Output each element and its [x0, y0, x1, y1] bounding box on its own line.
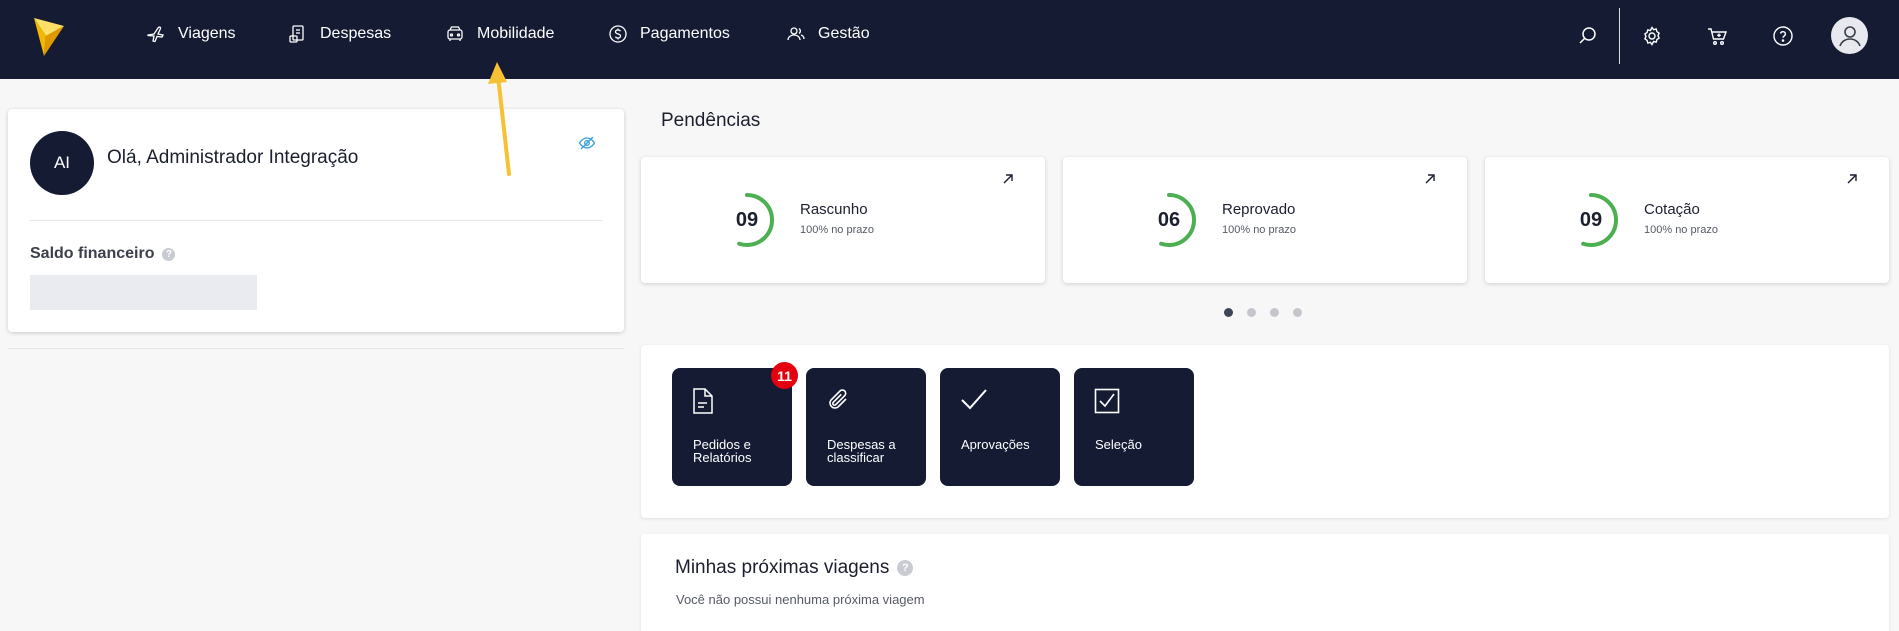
nav-label: Pagamentos	[640, 25, 730, 42]
pendencias-title: Pendências	[661, 110, 761, 131]
tile-label: Seleção	[1095, 437, 1142, 452]
tile-label: Pedidos e Relatórios	[693, 437, 752, 465]
external-link-icon[interactable]	[1001, 172, 1015, 186]
pending-count: 09	[735, 208, 759, 231]
tile-pedidos-relatorios[interactable]: Pedidos e Relatórios 11	[672, 362, 798, 486]
carousel-pagination	[1224, 308, 1302, 317]
divider	[30, 220, 602, 221]
plane-icon	[147, 26, 164, 43]
search-icon[interactable]	[1574, 22, 1602, 50]
avatar: AI	[30, 131, 94, 195]
receipt-icon	[289, 25, 304, 43]
top-navigation-bar: Viagens Despesas Mobilidade Pagamentos G…	[0, 0, 1899, 79]
gear-icon[interactable]	[1638, 22, 1666, 50]
pending-title: Reprovado	[1222, 201, 1296, 218]
pending-subtitle: 100% no prazo	[1222, 224, 1296, 236]
tile-label: Aprovações	[961, 437, 1030, 452]
eye-off-icon[interactable]	[578, 134, 596, 152]
cart-icon[interactable]	[1703, 22, 1731, 50]
tile-despesas-classificar[interactable]: Despesas a classificar	[806, 368, 926, 486]
paperclip-icon	[829, 389, 847, 409]
user-avatar-icon[interactable]	[1831, 17, 1868, 54]
pending-count: 09	[1579, 208, 1603, 231]
nav-label: Gestão	[818, 25, 870, 42]
quick-actions-panel: Pedidos e Relatórios 11 Despesas a class…	[641, 345, 1889, 518]
welcome-card: AI Olá, Administrador Integração Saldo f…	[8, 109, 624, 332]
users-icon	[787, 27, 805, 41]
nav-label: Despesas	[320, 25, 392, 42]
help-icon[interactable]: ?	[897, 560, 914, 576]
pending-title: Rascunho	[800, 201, 868, 218]
checkmark-icon	[961, 389, 987, 410]
notification-badge: 11	[771, 362, 798, 389]
divider	[8, 348, 624, 349]
nav-item-pagamentos[interactable]: Pagamentos	[608, 22, 730, 46]
balance-label-text: Saldo financeiro	[30, 245, 155, 262]
tile-aprovacoes[interactable]: Aprovações	[940, 368, 1060, 486]
nav-divider	[1619, 8, 1620, 64]
car-icon	[447, 26, 463, 41]
trips-title: Minhas próximas viagens ?	[675, 557, 914, 579]
carousel-dot[interactable]	[1293, 308, 1302, 317]
carousel-dot[interactable]	[1247, 308, 1256, 317]
nav-label: Viagens	[178, 25, 236, 42]
pending-card-reprovado[interactable]: 06 Reprovado 100% no prazo	[1063, 157, 1467, 283]
pending-card-rascunho[interactable]: 09 Rascunho 100% no prazo	[641, 157, 1045, 283]
help-icon[interactable]: ?	[162, 247, 176, 261]
nav-label: Mobilidade	[477, 25, 555, 42]
pending-card-cotacao[interactable]: 09 Cotação 100% no prazo	[1485, 157, 1889, 283]
nav-item-gestao[interactable]: Gestão	[786, 22, 870, 46]
nav-item-despesas[interactable]: Despesas	[288, 22, 391, 46]
pending-subtitle: 100% no prazo	[1644, 224, 1718, 236]
external-link-icon[interactable]	[1423, 172, 1437, 186]
checkbox-icon	[1094, 388, 1120, 414]
nav-item-viagens[interactable]: Viagens	[146, 22, 236, 46]
tile-selecao[interactable]: Seleção	[1074, 368, 1194, 486]
external-link-icon[interactable]	[1845, 172, 1859, 186]
upcoming-trips-card: Minhas próximas viagens ? Você não possu…	[641, 534, 1889, 631]
document-icon	[693, 388, 713, 414]
carousel-dot[interactable]	[1224, 308, 1233, 317]
trips-title-text: Minhas próximas viagens	[675, 557, 890, 578]
balance-label: Saldo financeiro ?	[30, 245, 176, 263]
brand-logo-icon[interactable]	[32, 16, 66, 58]
help-icon[interactable]	[1769, 22, 1797, 50]
pending-subtitle: 100% no prazo	[800, 224, 874, 236]
pending-count: 06	[1157, 208, 1181, 231]
greeting-text: Olá, Administrador Integração	[107, 147, 359, 168]
balance-loading-placeholder	[30, 275, 257, 310]
trips-empty-message: Você não possui nenhuma próxima viagem	[676, 592, 925, 607]
nav-item-mobilidade[interactable]: Mobilidade	[445, 22, 554, 46]
pending-title: Cotação	[1644, 201, 1700, 218]
carousel-dot[interactable]	[1270, 308, 1279, 317]
tile-label: Despesas a classificar	[827, 437, 896, 465]
dollar-circle-icon	[609, 25, 627, 43]
